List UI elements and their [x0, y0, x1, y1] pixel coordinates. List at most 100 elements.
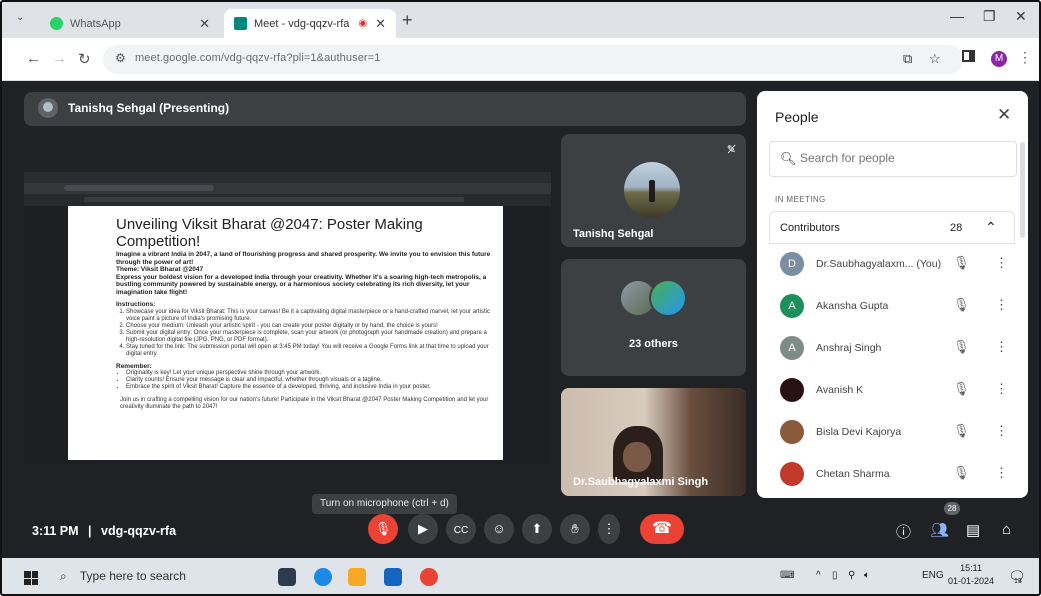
address-bar[interactable]: ⚙ meet.google.com/vdg-qqzv-rfa?pli=1&aut… [103, 45, 963, 74]
list-item: Submit your digital entry: Once your mas… [126, 330, 491, 344]
windows-start-icon[interactable] [24, 571, 38, 585]
participant-name: Dr.Saubhagyalaxm... (You) [816, 258, 942, 270]
participant-tile[interactable]: 23 others [561, 259, 746, 376]
shared-doc-toolbar [24, 194, 551, 206]
side-panel-icon[interactable] [962, 50, 975, 62]
leave-call-button[interactable]: ☎︎ [640, 514, 684, 544]
language-indicator[interactable]: ENG [922, 570, 944, 581]
panel-scrollbar[interactable] [1020, 142, 1025, 238]
list-item: Originality is key! Let your unique pers… [126, 370, 491, 377]
contributors-group[interactable]: Contributors 28 ⌃ [769, 211, 1015, 244]
restore-icon[interactable]: ❐ [983, 8, 996, 25]
video-camera-icon: ▶ [418, 521, 428, 536]
mic-toggle-button[interactable]: 🎙︎ [368, 514, 398, 544]
mic-off-icon: 🎙︎ [953, 255, 970, 270]
search-input[interactable] [800, 151, 1000, 165]
avatar [780, 378, 804, 402]
mic-off-icon: 🎙︎ [953, 423, 970, 438]
close-tab-icon[interactable]: ✕ [199, 16, 210, 32]
battery-icon[interactable]: ▯ [832, 570, 838, 581]
more-vert-icon[interactable]: ⋮ [995, 339, 1008, 355]
more-vert-icon[interactable]: ⋮ [995, 297, 1008, 313]
avatar: A [780, 294, 804, 318]
app-window: ⌄ WhatsApp ✕ Meet - vdg-qqzv-rfa ◉ ✕ + —… [0, 0, 1041, 596]
list-item[interactable]: Avanish K 🎙︎ ⋮ [769, 370, 1015, 412]
more-vert-icon[interactable]: ⋮ [995, 465, 1008, 481]
more-vert-icon[interactable]: ⋮ [995, 381, 1008, 397]
reactions-button[interactable]: ☺ [484, 514, 514, 544]
presenter-label: Tanishq Sehgal (Presenting) [68, 101, 230, 115]
wifi-icon[interactable]: ⚲ [848, 570, 855, 581]
people-panel: People ✕ 🔍︎ IN MEETING Contributors 28 ⌃… [757, 91, 1028, 498]
url-text[interactable]: meet.google.com/vdg-qqzv-rfa?pli=1&authu… [135, 52, 380, 64]
list-item[interactable]: A Anshraj Singh 🎙︎ ⋮ [769, 328, 1015, 370]
new-tab-icon[interactable]: + [402, 10, 413, 31]
shared-browser-address [24, 183, 551, 194]
list-item[interactable]: A Akansha Gupta 🎙︎ ⋮ [769, 286, 1015, 328]
tab-whatsapp[interactable]: WhatsApp ✕ [40, 9, 220, 38]
section-label: IN MEETING [775, 195, 826, 204]
tray-chevron-icon[interactable]: ^ [816, 570, 821, 581]
avatar [780, 420, 804, 444]
mail-icon[interactable] [384, 568, 402, 586]
close-window-icon[interactable]: ✕ [1015, 8, 1027, 25]
shared-browser-tabs [24, 172, 551, 183]
close-tab-icon[interactable]: ✕ [375, 16, 386, 32]
taskbar-clock[interactable]: 15:11 01-01-2024 [948, 562, 994, 588]
people-icon[interactable]: 👥︎ [930, 521, 949, 539]
participant-tile[interactable]: ✎̸ Tanishq Sehgal [561, 134, 746, 247]
more-vert-icon[interactable]: ⋮ [995, 255, 1008, 271]
present-screen-icon: ⬆ [531, 521, 543, 536]
more-options-button[interactable]: ⋮ [598, 514, 620, 544]
volume-icon[interactable]: 🔈︎ [864, 570, 870, 581]
tab-search-icon[interactable]: ⌄ [16, 12, 24, 23]
list-item[interactable]: Bisla Devi Kajorya 🎙︎ ⋮ [769, 412, 1015, 454]
separator: | [88, 524, 92, 538]
info-icon[interactable]: ⓘ [896, 521, 911, 542]
participant-name: Anshraj Singh [816, 342, 882, 354]
browser-menu-icon[interactable]: ⋮ [1018, 49, 1032, 66]
doc-title: Unveiling Viksit Bharat @2047: Poster Ma… [116, 216, 423, 250]
close-icon[interactable]: ✕ [997, 105, 1011, 125]
camera-feed [623, 442, 651, 472]
participant-name: Avanish K [816, 384, 864, 396]
group-label: Contributors [780, 222, 840, 234]
file-explorer-icon[interactable] [348, 568, 366, 586]
mic-off-icon: 🎙︎ [953, 339, 970, 354]
tab-meet[interactable]: Meet - vdg-qqzv-rfa ◉ ✕ [224, 9, 396, 38]
more-vert-icon: ⋮ [602, 521, 616, 536]
activities-icon[interactable]: ⌂ [1002, 521, 1011, 538]
reload-icon[interactable]: ↻ [78, 50, 91, 68]
minimize-icon[interactable]: — [950, 8, 964, 24]
doc-closing: Join us in crafting a compelling vision … [120, 397, 489, 410]
chevron-up-icon[interactable]: ⌃ [985, 219, 997, 236]
camera-toggle-button[interactable]: ▶ [408, 514, 438, 544]
list-item[interactable]: Chetan Sharma 🎙︎ ⋮ [769, 454, 1015, 496]
profile-avatar[interactable]: M [991, 51, 1007, 67]
present-button[interactable]: ⬆ [522, 514, 552, 544]
captions-button[interactable]: CC [446, 514, 476, 544]
raise-hand-button[interactable]: ✋︎ [560, 514, 590, 544]
forward-icon[interactable]: → [52, 50, 67, 67]
recording-icon: ◉ [358, 18, 368, 29]
back-icon[interactable]: ← [26, 50, 41, 67]
participant-tile[interactable]: Dr.Saubhagyalaxmi Singh [561, 388, 746, 496]
list-item[interactable]: D Dr.Saubhagyalaxm... (You) 🎙︎ ⋮ [769, 244, 1015, 286]
bookmark-star-icon[interactable]: ☆ [929, 51, 941, 67]
list-item: Embrace the spirit of Viksit Bharat! Cap… [126, 384, 491, 391]
task-view-icon[interactable] [278, 568, 296, 586]
site-info-icon[interactable]: ⚙ [115, 51, 126, 65]
chat-icon[interactable]: ▤ [966, 521, 980, 539]
install-app-icon[interactable]: ⧉ [903, 51, 912, 67]
whatsapp-icon [50, 17, 63, 30]
search-icon: ⌕ [60, 569, 67, 583]
edge-icon[interactable] [314, 568, 332, 586]
chrome-icon[interactable] [420, 568, 438, 586]
taskbar-search[interactable]: ⌕ Type here to search [60, 569, 186, 584]
search-field[interactable]: 🔍︎ [769, 141, 1017, 177]
list-item: Stay tuned for the link: The submission … [126, 344, 491, 358]
os-taskbar: ⌕ Type here to search ⌨ ^ ▯ ⚲ 🔈︎ ENG 15:… [2, 558, 1039, 594]
notification-count: 13 [1014, 578, 1022, 585]
keyboard-icon[interactable]: ⌨ [780, 570, 794, 581]
more-vert-icon[interactable]: ⋮ [995, 423, 1008, 439]
